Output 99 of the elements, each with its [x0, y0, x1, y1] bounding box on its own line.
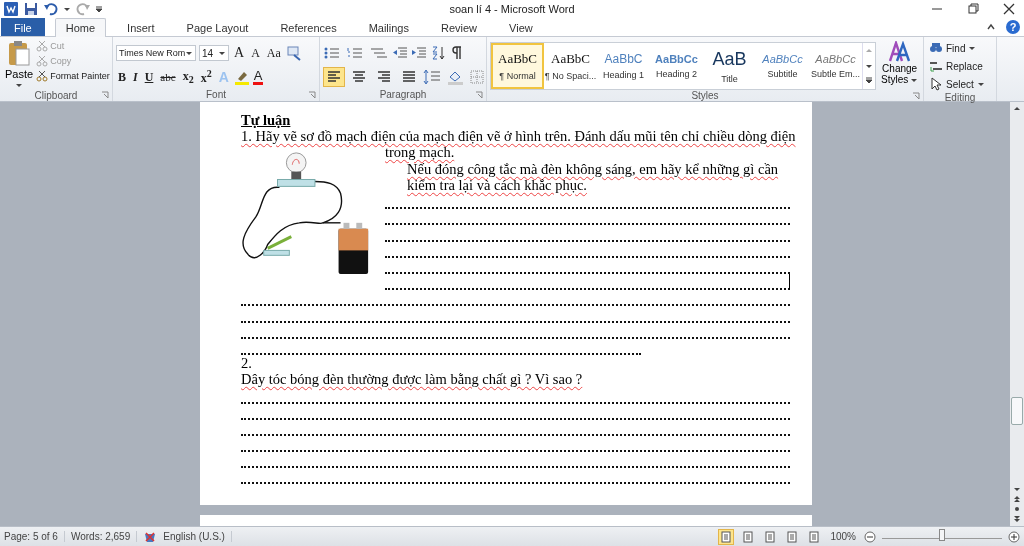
group-label: Editing: [944, 92, 976, 104]
style-option[interactable]: AaBbC ¶ No Spaci...: [544, 43, 597, 90]
page-count[interactable]: Page: 5 of 6: [4, 531, 65, 542]
question-text: 1. Hãy vẽ sơ đồ mạch điện của mạch điện vẽ ở hình trên. Đánh dấu mũi tên chỉ chiều dòng điện: [241, 128, 796, 145]
style-option[interactable]: AaBbC Heading 1: [597, 43, 650, 90]
ribbon-tab[interactable]: Insert: [116, 18, 166, 37]
shrink-font-button[interactable]: A: [249, 45, 262, 61]
group-label: Font: [206, 89, 226, 101]
change-styles-button[interactable]: Change Styles: [878, 39, 922, 91]
section-heading: Tự luận: [241, 112, 291, 129]
scroll-down-icon[interactable]: [1013, 485, 1021, 494]
question-number: 2.: [241, 354, 252, 372]
caret-icon: [976, 80, 985, 89]
sort-icon[interactable]: [430, 45, 446, 62]
page-view-icon: [742, 530, 755, 543]
dialog-launcher-icon[interactable]: [475, 90, 483, 99]
more-icon[interactable]: [865, 77, 873, 86]
customize-icon[interactable]: [95, 5, 103, 13]
alignment-icon: [352, 70, 366, 85]
underline-button[interactable]: U: [142, 69, 156, 85]
caret-icon: [185, 49, 193, 58]
language-indicator[interactable]: English (U.S.): [163, 531, 232, 542]
caret-icon: [968, 44, 977, 53]
vertical-scrollbar[interactable]: [1010, 102, 1024, 527]
clipboard-button[interactable]: Format Painter: [36, 69, 110, 84]
scissors-icon: [36, 40, 49, 53]
align-button[interactable]: [323, 67, 345, 88]
zoom-in-icon[interactable]: [1008, 530, 1020, 543]
file-tab[interactable]: File: [1, 18, 45, 37]
highlighter-icon[interactable]: [233, 69, 250, 86]
caret-icon[interactable]: [63, 5, 71, 13]
ribbon-tab[interactable]: Page Layout: [175, 18, 260, 37]
caret-icon: [15, 81, 24, 90]
font-size-field[interactable]: 14: [199, 45, 229, 62]
font-color-button[interactable]: A: [252, 69, 264, 86]
ribbon-tab[interactable]: Mailings: [357, 18, 420, 37]
undo-icon[interactable]: [43, 1, 59, 17]
zoom-out-icon[interactable]: [864, 530, 876, 543]
group-label: Clipboard: [34, 89, 78, 101]
save-icon[interactable]: [23, 1, 39, 17]
clear-formatting-icon[interactable]: [285, 45, 302, 62]
paste-button[interactable]: Paste: [3, 39, 36, 90]
page-view-icon: [720, 530, 733, 543]
caret-icon: [218, 49, 226, 58]
window-title: soan lí 4 - Microsoft Word: [448, 3, 576, 15]
editing-button[interactable]: Find: [927, 40, 979, 57]
line-spacing-icon[interactable]: [423, 69, 443, 86]
word-count[interactable]: Words: 2,659: [70, 531, 138, 542]
subscript-button[interactable]: x$_{2}$: [180, 68, 196, 86]
letters-icon: [887, 41, 912, 64]
shading-icon[interactable]: [446, 69, 466, 86]
style-option[interactable]: AaBbC ¶ Normal: [491, 43, 544, 90]
question-text: Nếu đóng công tắc mà đèn không sáng, em hãy kể những gì cần kiểm tra lại và cách khắc phục.: [406, 160, 779, 194]
alignment-icon: [377, 70, 391, 85]
zoom-slider[interactable]: [882, 529, 1002, 539]
style-option[interactable]: AaBbCc Heading 2: [650, 43, 703, 90]
browse-object-icon[interactable]: [1013, 505, 1021, 514]
change-case-button[interactable]: Aa: [264, 45, 283, 61]
proofing-icon[interactable]: [143, 529, 158, 544]
page-view-icon: [786, 530, 799, 543]
strikethrough-button[interactable]: abc: [158, 71, 178, 84]
style-option[interactable]: AaB Title: [703, 43, 756, 90]
group-label: Paragraph: [379, 89, 427, 101]
scroll-down-icon[interactable]: [865, 62, 873, 70]
style-option[interactable]: AaBbCc Subtitle: [756, 43, 809, 90]
ribbon-tab[interactable]: Home: [54, 18, 107, 38]
alignment-icon: [327, 70, 341, 85]
scroll-thumb[interactable]: [1011, 397, 1023, 426]
question-text-continued: trong mạch.: [385, 144, 455, 161]
superscript-button[interactable]: x$^{2}$: [198, 68, 214, 87]
style-option[interactable]: AaBbCc Subtle Em...: [809, 43, 862, 90]
editing-button[interactable]: Select: [927, 76, 987, 93]
view-button[interactable]: [718, 528, 735, 545]
scissors-icon: [36, 55, 49, 68]
pointer-icon: [929, 77, 943, 92]
dialog-launcher-icon[interactable]: [308, 90, 316, 99]
grow-font-button[interactable]: A: [232, 45, 247, 62]
zoom-level[interactable]: 100%: [828, 531, 858, 542]
ribbon-tab[interactable]: Review: [430, 18, 489, 37]
italic-button[interactable]: I: [131, 69, 140, 85]
next-page-icon[interactable]: [1013, 515, 1021, 524]
dialog-launcher-icon[interactable]: [912, 91, 920, 100]
previous-page-icon[interactable]: [1013, 495, 1021, 504]
page-view-icon: [764, 530, 777, 543]
clipboard-icon: [7, 39, 32, 68]
dialog-launcher-icon[interactable]: [101, 91, 109, 100]
alignment-icon: [402, 70, 416, 85]
word-logo-icon[interactable]: [3, 1, 19, 17]
replace-icon: [929, 59, 943, 74]
bold-button[interactable]: B: [116, 69, 128, 85]
font-name-field[interactable]: Times New Rom: [116, 45, 196, 62]
scissors-icon: [36, 70, 49, 83]
group-label: Styles: [691, 90, 719, 102]
ribbon-tab[interactable]: References: [269, 18, 348, 37]
ribbon-tab[interactable]: View: [498, 18, 544, 37]
question-text: Dây tóc bóng đèn thường được làm bằng chất gì ? Vì sao ?: [241, 371, 583, 388]
help-button[interactable]: ?: [1006, 20, 1020, 35]
page-view-icon: [808, 530, 821, 543]
editing-button[interactable]: Replace: [927, 58, 985, 75]
